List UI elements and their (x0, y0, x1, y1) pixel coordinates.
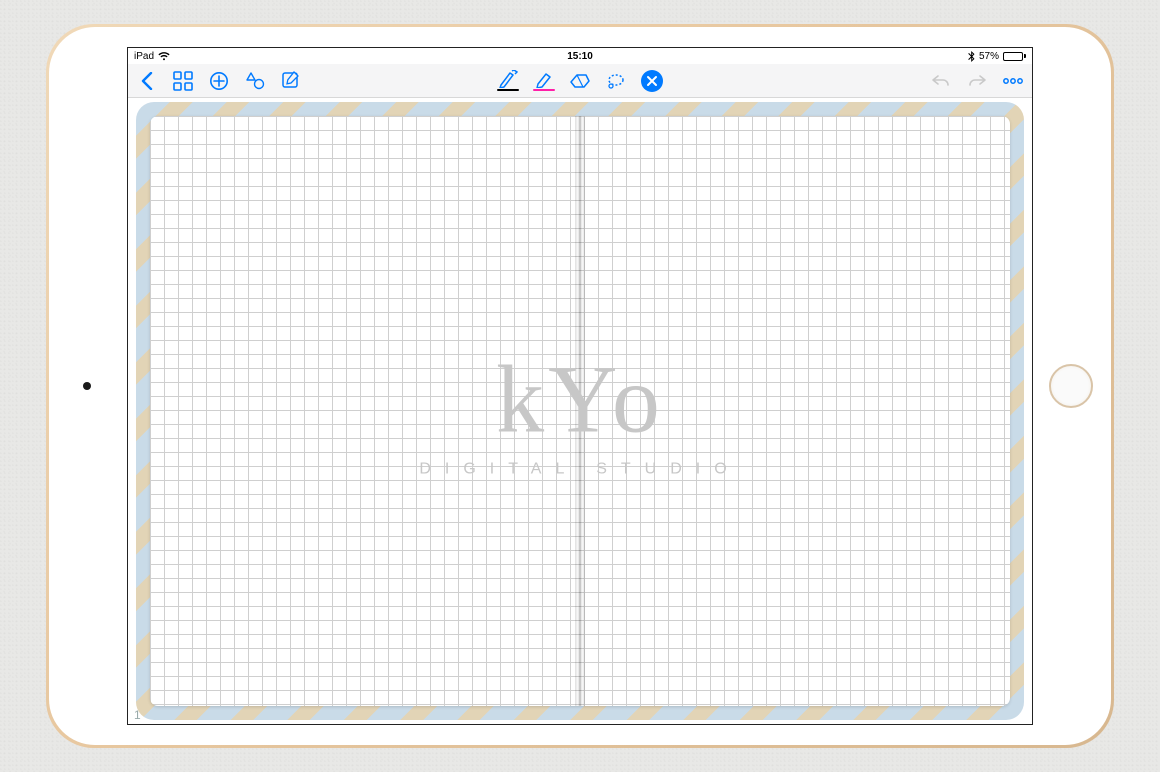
pen-tool[interactable] (497, 70, 519, 91)
ipad-body: iPad 15:10 57% (49, 27, 1111, 745)
shapes-button[interactable] (244, 70, 266, 92)
highlighter-color-indicator (533, 89, 555, 91)
document-canvas[interactable]: kYo DIGITAL STUDIO 1 (128, 98, 1032, 724)
ipad-outer-frame: iPad 15:10 57% (46, 24, 1114, 748)
undo-button[interactable] (930, 70, 952, 92)
ipad-screen: iPad 15:10 57% (127, 47, 1033, 725)
thumbnails-button[interactable] (172, 70, 194, 92)
notebook-spine (575, 116, 585, 706)
app-toolbar (128, 64, 1032, 98)
eraser-tool[interactable] (569, 70, 591, 92)
bluetooth-icon (968, 51, 975, 62)
highlighter-tool[interactable] (533, 70, 555, 91)
page-number: 1 (134, 708, 141, 722)
notebook-pages[interactable]: kYo DIGITAL STUDIO (150, 116, 1010, 706)
pen-color-indicator (497, 89, 519, 91)
carrier-label: iPad (134, 51, 154, 62)
home-button[interactable] (1049, 364, 1093, 408)
edit-button[interactable] (280, 70, 302, 92)
status-bar: iPad 15:10 57% (128, 48, 1032, 64)
redo-button[interactable] (966, 70, 988, 92)
notebook-cover: kYo DIGITAL STUDIO (136, 102, 1024, 720)
wifi-icon (158, 52, 170, 61)
back-button[interactable] (136, 70, 158, 92)
add-page-button[interactable] (208, 70, 230, 92)
battery-percent: 57% (979, 51, 999, 62)
lasso-tool[interactable] (605, 70, 627, 92)
close-tool-button[interactable] (641, 70, 663, 92)
clock: 15:10 (567, 51, 593, 62)
battery-icon (1003, 52, 1026, 61)
camera-dot (83, 382, 91, 390)
more-button[interactable] (1002, 70, 1024, 92)
